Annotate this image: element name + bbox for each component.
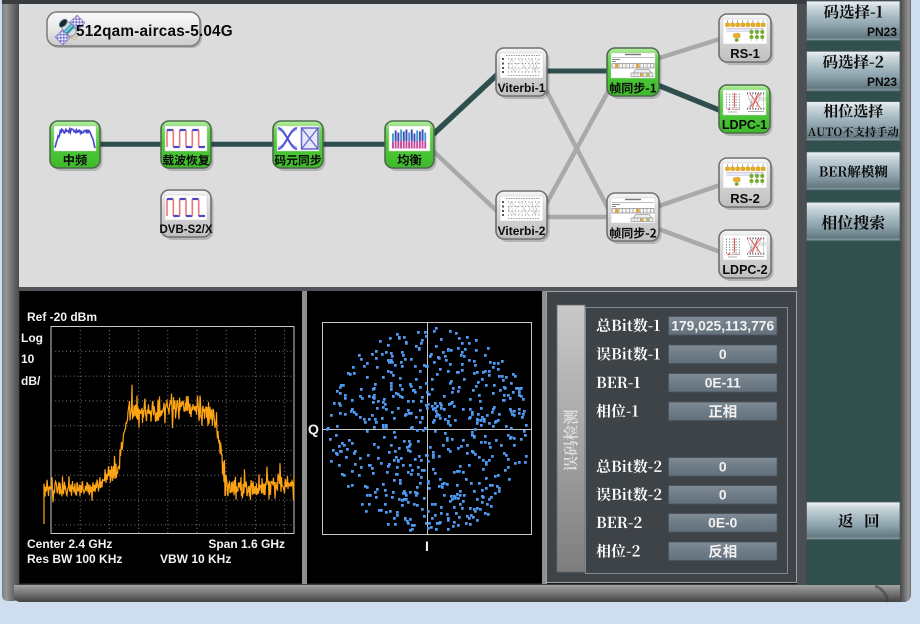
svg-text:512qam-aircas-5.04G: 512qam-aircas-5.04G: [76, 23, 233, 40]
svg-text:Q: Q: [308, 421, 319, 437]
svg-text:PN23: PN23: [867, 25, 897, 39]
svg-text:Res BW 100 KHz: Res BW 100 KHz: [27, 552, 122, 566]
svg-text:Center 2.4 GHz: Center 2.4 GHz: [27, 537, 112, 551]
svg-text:0: 0: [719, 488, 727, 503]
svg-text:LDPC-1: LDPC-1: [722, 118, 767, 132]
svg-text:I: I: [425, 538, 429, 554]
svg-text:Viterbi-1: Viterbi-1: [498, 81, 546, 95]
svg-text:0E-11: 0E-11: [705, 376, 741, 391]
svg-text:DVB-S2/X: DVB-S2/X: [159, 224, 212, 236]
svg-text:VBW 10 KHz: VBW 10 KHz: [160, 552, 231, 566]
svg-text:10: 10: [21, 352, 35, 366]
svg-text:Span 1.6 GHz: Span 1.6 GHz: [208, 537, 285, 551]
svg-text:RS-1: RS-1: [730, 46, 760, 61]
svg-text:0E-0: 0E-0: [708, 516, 737, 531]
svg-text:dB/: dB/: [21, 374, 41, 388]
svg-text:Ref -20 dBm: Ref -20 dBm: [27, 310, 97, 324]
svg-text:Log: Log: [21, 331, 43, 345]
svg-text:0: 0: [719, 347, 727, 362]
svg-text:PN23: PN23: [867, 75, 897, 89]
svg-text:179,025,113,776: 179,025,113,776: [671, 319, 774, 334]
svg-text:RS-2: RS-2: [730, 191, 760, 206]
svg-text:0: 0: [719, 460, 727, 475]
svg-text:LDPC-2: LDPC-2: [722, 263, 767, 277]
svg-text:Viterbi-2: Viterbi-2: [498, 224, 546, 238]
